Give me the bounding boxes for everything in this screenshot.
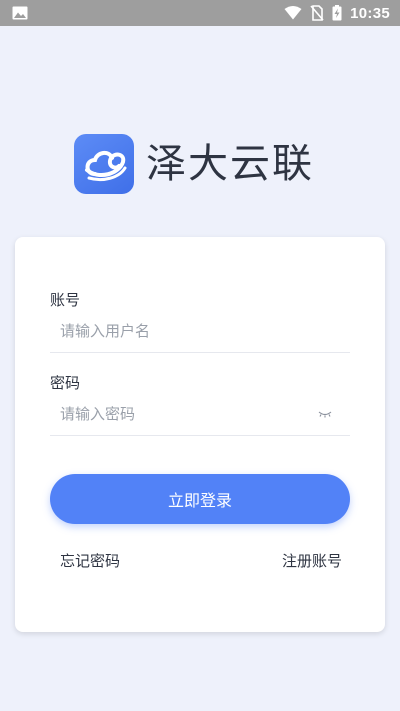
- account-field-wrapper: [50, 309, 350, 353]
- app-title: 泽大云联: [146, 141, 314, 187]
- login-button[interactable]: 立即登录: [50, 474, 350, 524]
- battery-charging-icon: [332, 5, 342, 21]
- login-card: 账号 密码 立即登录 忘记密码 注册账号: [15, 237, 385, 632]
- no-sim-icon: [310, 5, 324, 21]
- eye-closed-icon[interactable]: [318, 410, 332, 418]
- account-label: 账号: [50, 291, 81, 309]
- cloud-link-logo-icon: [74, 134, 134, 194]
- password-label: 密码: [50, 374, 81, 392]
- register-account-link[interactable]: 注册账号: [282, 550, 342, 571]
- status-time: 10:35: [350, 4, 390, 22]
- password-input[interactable]: [50, 393, 318, 434]
- account-input[interactable]: [50, 310, 320, 351]
- wifi-icon: [284, 6, 302, 20]
- brand-header: 泽大云联: [74, 134, 314, 194]
- forgot-password-link[interactable]: 忘记密码: [60, 550, 120, 571]
- status-bar: 10:35: [0, 0, 400, 26]
- image-icon: [12, 6, 28, 20]
- password-field-wrapper: [50, 392, 350, 436]
